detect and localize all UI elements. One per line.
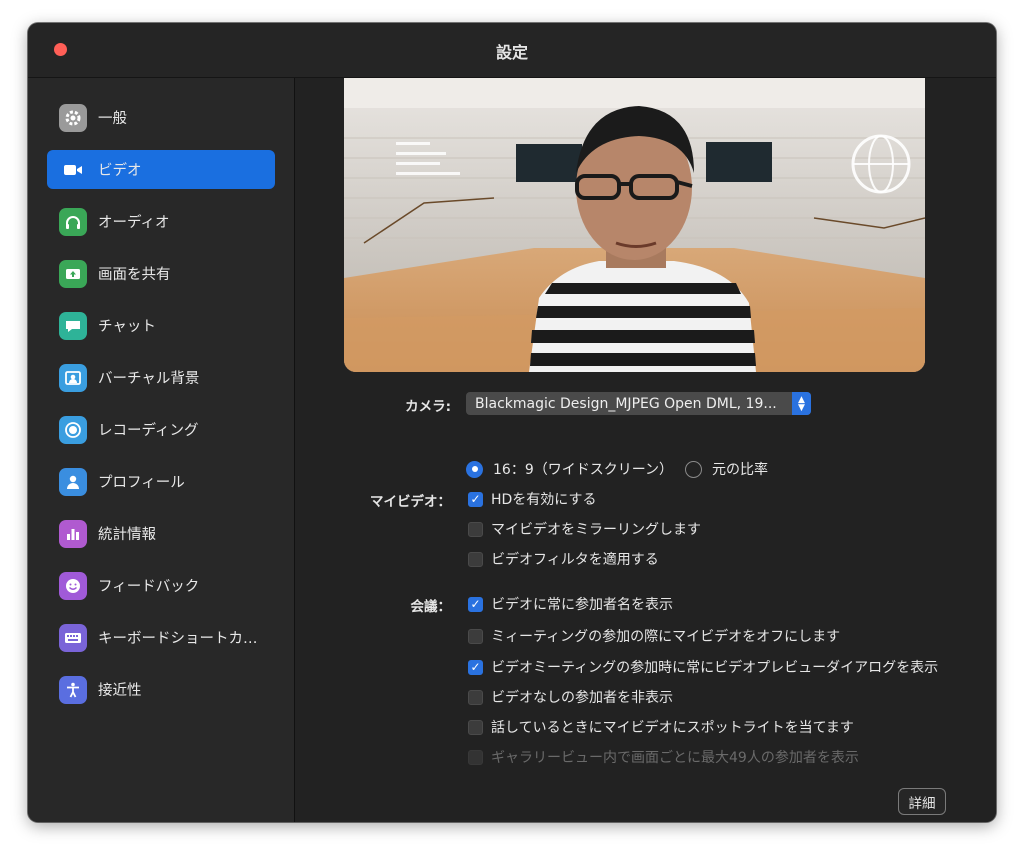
sidebar-item-label: 画面を共有 — [98, 267, 171, 283]
camera-select-value: Blackmagic Design_MJPEG Open DML, 19... — [475, 395, 777, 412]
video-filter-label: ビデオフィルタを適用する — [491, 552, 659, 568]
radio-16-9[interactable] — [466, 460, 483, 478]
title-bar: 設定 — [28, 23, 996, 78]
video-filter-option[interactable]: ビデオフィルタを適用する — [468, 549, 659, 569]
spotlight-video-option[interactable]: 話しているときにマイビデオにスポットライトを当てます — [468, 717, 854, 737]
sidebar-item-label: キーボードショートカ… — [98, 631, 258, 647]
sidebar-item-feedback[interactable]: フィードバック — [47, 566, 275, 605]
headphones-icon — [59, 207, 87, 236]
gallery-49-option: ギャラリービュー内で画面ごとに最大49人の参加者を表示 — [468, 747, 859, 767]
hide-non-video-option[interactable]: ビデオなしの参加者を非表示 — [468, 687, 673, 707]
chat-bubble-icon — [59, 311, 87, 340]
turn-off-video-checkbox[interactable] — [468, 628, 483, 644]
video-preview-checkbox[interactable]: ✓ — [468, 659, 483, 675]
gallery-49-checkbox — [468, 749, 483, 765]
sidebar-item-video[interactable]: ビデオ — [47, 150, 275, 189]
smile-icon — [59, 571, 87, 600]
radio-original-ratio[interactable] — [685, 460, 703, 478]
video-filter-checkbox[interactable] — [468, 551, 483, 567]
video-camera-icon — [59, 156, 87, 184]
video-preview-label: ビデオミーティングの参加時に常にビデオプレビューダイアログを表示 — [491, 660, 939, 676]
sidebar-item-statistics[interactable]: 統計情報 — [47, 514, 275, 553]
share-screen-icon — [59, 259, 87, 288]
statistics-icon — [59, 519, 87, 548]
show-names-label: ビデオに常に参加者名を表示 — [491, 597, 673, 613]
sidebar-item-accessibility[interactable]: 接近性 — [47, 670, 275, 709]
camera-label: カメラ: — [405, 399, 451, 415]
mirror-video-option[interactable]: マイビデオをミラーリングします — [468, 519, 701, 539]
gallery-49-label: ギャラリービュー内で画面ごとに最大49人の参加者を表示 — [491, 750, 859, 766]
mirror-video-label: マイビデオをミラーリングします — [491, 522, 701, 538]
sidebar-item-audio[interactable]: オーディオ — [47, 202, 275, 241]
sidebar-item-label: フィードバック — [98, 579, 200, 595]
sidebar-item-label: 統計情報 — [98, 527, 156, 543]
sidebar-item-label: 接近性 — [98, 683, 142, 699]
aspect-ratio-group: 16：9（ワイドスクリーン） 元の比率 — [466, 459, 768, 479]
mirror-video-checkbox[interactable] — [468, 521, 483, 537]
window-title: 設定 — [495, 43, 528, 62]
sidebar-item-general[interactable]: 一般 — [47, 98, 275, 137]
show-names-checkbox[interactable]: ✓ — [468, 596, 483, 612]
video-preview-option[interactable]: ✓ ビデオミーティングの参加時に常にビデオプレビューダイアログを表示 — [468, 657, 938, 677]
camera-preview — [344, 78, 925, 372]
settings-window: 設定 一般 ビデオ オーディオ 画面を共有 チャット バーチャル背景 レコーディ… — [28, 23, 996, 822]
enable-hd-label: HDを有効にする — [491, 492, 597, 508]
enable-hd-checkbox[interactable]: ✓ — [468, 491, 483, 507]
sidebar-item-label: レコーディング — [98, 423, 199, 439]
sidebar-item-label: オーディオ — [98, 215, 170, 231]
sidebar-item-label: チャット — [98, 319, 156, 335]
record-icon — [59, 415, 87, 444]
advanced-button[interactable]: 詳細 — [898, 788, 946, 815]
user-profile-icon — [59, 467, 87, 496]
hide-non-video-label: ビデオなしの参加者を非表示 — [491, 690, 673, 706]
sidebar-item-share-screen[interactable]: 画面を共有 — [47, 254, 275, 293]
sidebar-item-virtual-background[interactable]: バーチャル背景 — [47, 358, 275, 397]
show-names-option[interactable]: ✓ ビデオに常に参加者名を表示 — [468, 594, 673, 614]
radio-16-9-label: 16：9（ワイドスクリーン） — [493, 462, 674, 478]
chevron-up-down-icon: ▲ ▼ — [792, 392, 811, 415]
virtual-background-icon — [59, 363, 87, 392]
spotlight-video-label: 話しているときにマイビデオにスポットライトを当てます — [491, 720, 854, 736]
sidebar-item-label: ビデオ — [98, 163, 142, 179]
gear-icon — [59, 103, 87, 132]
radio-original-ratio-label: 元の比率 — [712, 462, 769, 478]
sidebar-item-recording[interactable]: レコーディング — [47, 410, 275, 449]
hide-non-video-checkbox[interactable] — [468, 689, 483, 705]
my-video-label: マイビデオ： — [370, 494, 451, 510]
sidebar-item-label: 一般 — [98, 111, 127, 127]
spotlight-video-checkbox[interactable] — [468, 719, 483, 735]
sidebar-item-label: バーチャル背景 — [98, 371, 200, 387]
accessibility-icon — [59, 675, 87, 704]
sidebar-item-chat[interactable]: チャット — [47, 306, 275, 345]
camera-select[interactable]: Blackmagic Design_MJPEG Open DML, 19... … — [466, 392, 811, 415]
turn-off-video-label: ミィーティングの参加の際にマイビデオをオフにします — [491, 629, 841, 645]
video-settings-panel: カメラ: Blackmagic Design_MJPEG Open DML, 1… — [295, 78, 996, 822]
enable-hd-option[interactable]: ✓ HDを有効にする — [468, 489, 596, 509]
sidebar-item-profile[interactable]: プロフィール — [47, 462, 275, 501]
keyboard-icon — [59, 623, 87, 652]
turn-off-video-option[interactable]: ミィーティングの参加の際にマイビデオをオフにします — [468, 626, 840, 646]
sidebar-item-keyboard-shortcuts[interactable]: キーボードショートカ… — [47, 618, 275, 657]
sidebar: 一般 ビデオ オーディオ 画面を共有 チャット バーチャル背景 レコーディング … — [28, 78, 295, 822]
sidebar-item-label: プロフィール — [98, 475, 185, 491]
meeting-label: 会議： — [410, 599, 452, 615]
